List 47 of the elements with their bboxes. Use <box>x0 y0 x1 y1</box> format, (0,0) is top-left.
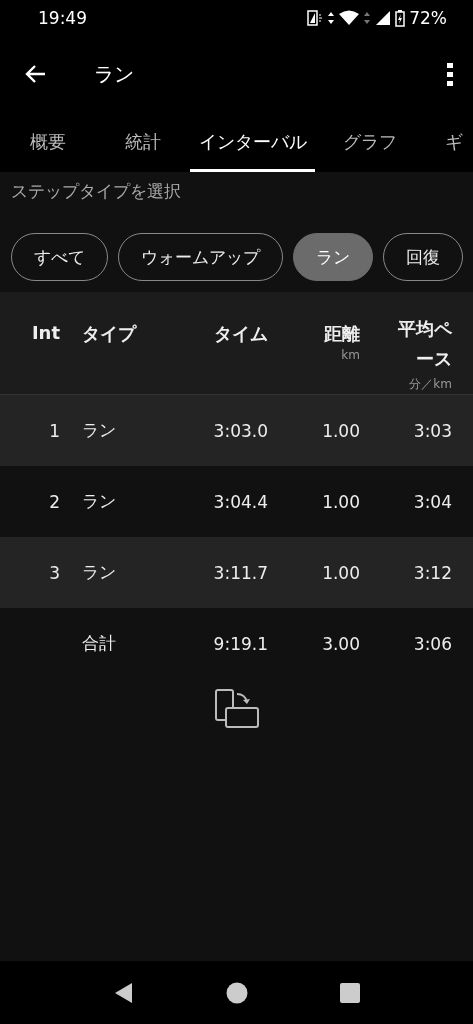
column-header: 距離 <box>324 322 360 346</box>
tab[interactable]: ギ <box>425 112 473 172</box>
back-nav-icon[interactable] <box>113 981 134 1004</box>
column-header: Int <box>31 322 60 343</box>
table-cell-text: 3:11.7 <box>212 562 268 583</box>
table-cell-text: 1.00 <box>321 420 360 441</box>
battery-level: 72% <box>409 8 447 28</box>
column-header: タイム <box>214 322 268 346</box>
table-cell-text: 3:06 <box>412 633 452 654</box>
table-cell-text: 2 <box>48 491 60 512</box>
table-cell-text: ラン <box>81 561 117 584</box>
table-cell-text: 3.00 <box>321 633 360 654</box>
table-cell-text: ラン <box>81 419 117 442</box>
table-cell-text: 3:04 <box>412 491 452 512</box>
table-cell-text: 3:04.4 <box>212 491 268 512</box>
unit-label: km <box>341 348 360 362</box>
table-cell-text: 1.00 <box>321 491 360 512</box>
table-cell-text: 1.00 <box>321 562 360 583</box>
clock: 19:49 <box>38 8 88 28</box>
filter-chip[interactable]: ラン <box>293 233 373 281</box>
table-cell-text: 合計 <box>81 632 117 655</box>
table-cell-text: 3:03 <box>412 420 452 441</box>
screen-icon <box>307 10 324 26</box>
battery-icon <box>395 9 406 27</box>
filter-label: ステップタイプを選択 <box>11 180 182 203</box>
wifi-icon <box>339 10 360 26</box>
table-cell-text: 3:12 <box>412 562 452 583</box>
data-arrows-icon <box>363 11 372 25</box>
column-header: タイプ <box>82 322 136 346</box>
tab[interactable]: 概要 <box>0 112 95 172</box>
recents-icon[interactable] <box>339 982 360 1003</box>
unit-label: 分／km <box>409 376 452 393</box>
more-icon <box>447 62 453 86</box>
screen-title: ラン <box>94 60 135 88</box>
home-icon[interactable] <box>225 981 248 1004</box>
rotate-screen-icon[interactable] <box>214 689 259 729</box>
tab[interactable]: グラフ <box>315 112 425 172</box>
signal-icon <box>375 10 392 26</box>
column-header: 平均ペース <box>397 317 452 371</box>
tab[interactable]: 統計 <box>95 112 190 172</box>
table-cell-text: 1 <box>48 420 60 441</box>
more-menu-button[interactable] <box>447 62 453 86</box>
table-cell-text: 3:03.0 <box>212 420 268 441</box>
table-cell-text: 3 <box>48 562 60 583</box>
table-cell-text: 9:19.1 <box>212 633 268 654</box>
table-cell-text: ラン <box>81 490 117 513</box>
data-arrows-icon <box>327 11 336 25</box>
